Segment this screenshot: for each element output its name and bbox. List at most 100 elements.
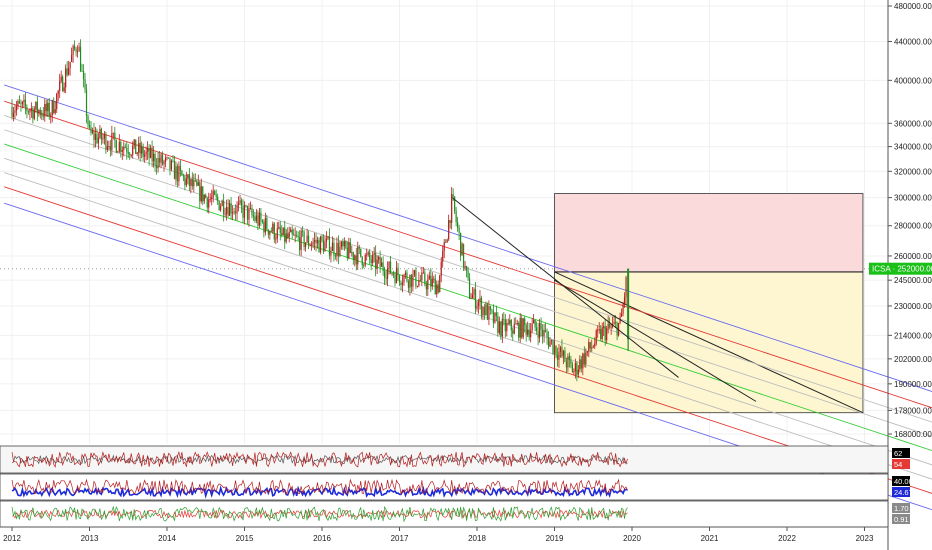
candle-body: [550, 340, 553, 341]
candle-body: [306, 235, 308, 243]
candle-body: [582, 353, 584, 369]
candle-body: [580, 359, 582, 369]
candle-body: [331, 242, 334, 252]
candle-body: [340, 241, 342, 247]
candle-body: [230, 203, 232, 214]
candle-body: [26, 106, 28, 112]
candle-body: [181, 170, 183, 176]
candle-body: [571, 364, 573, 373]
candle-body: [413, 270, 416, 275]
candle-body: [227, 207, 229, 216]
candle-body: [132, 145, 134, 155]
candle-body: [126, 147, 128, 152]
candle-body: [361, 256, 363, 266]
candle-body: [288, 232, 290, 238]
candle-body: [369, 252, 371, 260]
candle-body: [220, 205, 222, 211]
candle-body: [364, 255, 366, 266]
candle-body: [47, 102, 49, 112]
long-position-tool[interactable]: [554, 193, 864, 414]
candle-body: [24, 99, 27, 107]
candle-body: [164, 157, 167, 162]
candle-body: [522, 318, 524, 338]
candle-body: [358, 247, 360, 249]
candle-body: [434, 278, 436, 295]
candle-body: [613, 321, 615, 325]
candle-body: [133, 139, 135, 146]
main-pane[interactable]: [0, 0, 932, 518]
candle-body: [264, 217, 266, 233]
candle-body: [84, 79, 86, 90]
candle-body: [44, 103, 46, 117]
candle-body: [418, 280, 420, 286]
candle-body: [540, 323, 542, 330]
candle-body: [155, 165, 158, 169]
candle-body: [136, 152, 138, 154]
candle-body: [243, 205, 246, 218]
candle-body: [357, 247, 359, 265]
candle-body: [439, 275, 441, 293]
candle-body: [121, 150, 123, 152]
candle-body: [150, 147, 152, 158]
time-tick-label: 2012: [3, 534, 21, 543]
candle-body: [527, 329, 529, 335]
candle-body: [482, 307, 484, 316]
candle-body: [354, 255, 356, 260]
candle-body: [556, 354, 559, 360]
candle-body: [130, 154, 132, 156]
indicator-pane[interactable]: [0, 445, 889, 474]
candle-body: [169, 157, 171, 170]
stop-zone[interactable]: [554, 193, 864, 273]
candle-body: [521, 318, 523, 338]
candle-body: [391, 273, 393, 275]
price-badge-label: ICSA · 252000.00: [872, 265, 932, 274]
candle-body: [184, 176, 186, 186]
price-tick-label: 440000.00: [894, 37, 932, 46]
candle-body: [518, 323, 520, 338]
candle-body: [530, 330, 532, 338]
candle-body: [266, 217, 268, 230]
candle-body: [252, 215, 255, 217]
candle-body: [224, 213, 226, 215]
candle-body: [233, 211, 235, 213]
indicator-pane[interactable]: [0, 500, 889, 528]
candle-body: [498, 321, 500, 333]
time-tick-label: 2021: [701, 534, 719, 543]
candle-body: [139, 142, 141, 154]
candle-body: [158, 157, 161, 163]
candle-body: [401, 282, 404, 285]
candle-body: [367, 252, 369, 255]
candle-body: [442, 250, 444, 262]
candle-body: [285, 233, 287, 242]
time-tick-label: 2014: [158, 534, 176, 543]
candle-body: [345, 240, 347, 248]
candle-body: [302, 230, 304, 232]
candle-body: [437, 284, 439, 293]
candle-body: [11, 106, 13, 117]
candle-body: [457, 222, 459, 228]
candle-body: [90, 126, 92, 133]
candle-body: [541, 329, 544, 336]
candle-body: [486, 304, 489, 320]
candle-body: [381, 262, 383, 267]
candle-body: [18, 101, 21, 104]
time-axis[interactable]: 2012 2013 2014 2015 2016 2017 2018 2019 2020 2021…: [0, 526, 888, 543]
candle-body: [600, 329, 602, 339]
candle-body: [410, 274, 413, 287]
candle-body: [509, 320, 511, 324]
candle-body: [245, 205, 247, 206]
candle-body: [214, 190, 216, 195]
candle-body: [428, 275, 430, 280]
candle-body: [173, 160, 176, 180]
candle-body: [468, 278, 471, 299]
candle-body: [460, 232, 462, 256]
price-tick-label: 168000.00: [894, 430, 932, 439]
candle-body: [474, 289, 477, 309]
candle-body: [208, 199, 210, 208]
candle-body: [318, 239, 320, 253]
indicator-panes[interactable]: 62 54 40.00 24.67 1.70 0.91: [0, 445, 913, 528]
chart-svg[interactable]: 480000.00 440000.00 400000.00 360000.00 3400…: [0, 0, 932, 550]
candle-body: [120, 141, 122, 152]
candle-body: [17, 101, 19, 107]
candle-body: [483, 307, 486, 315]
